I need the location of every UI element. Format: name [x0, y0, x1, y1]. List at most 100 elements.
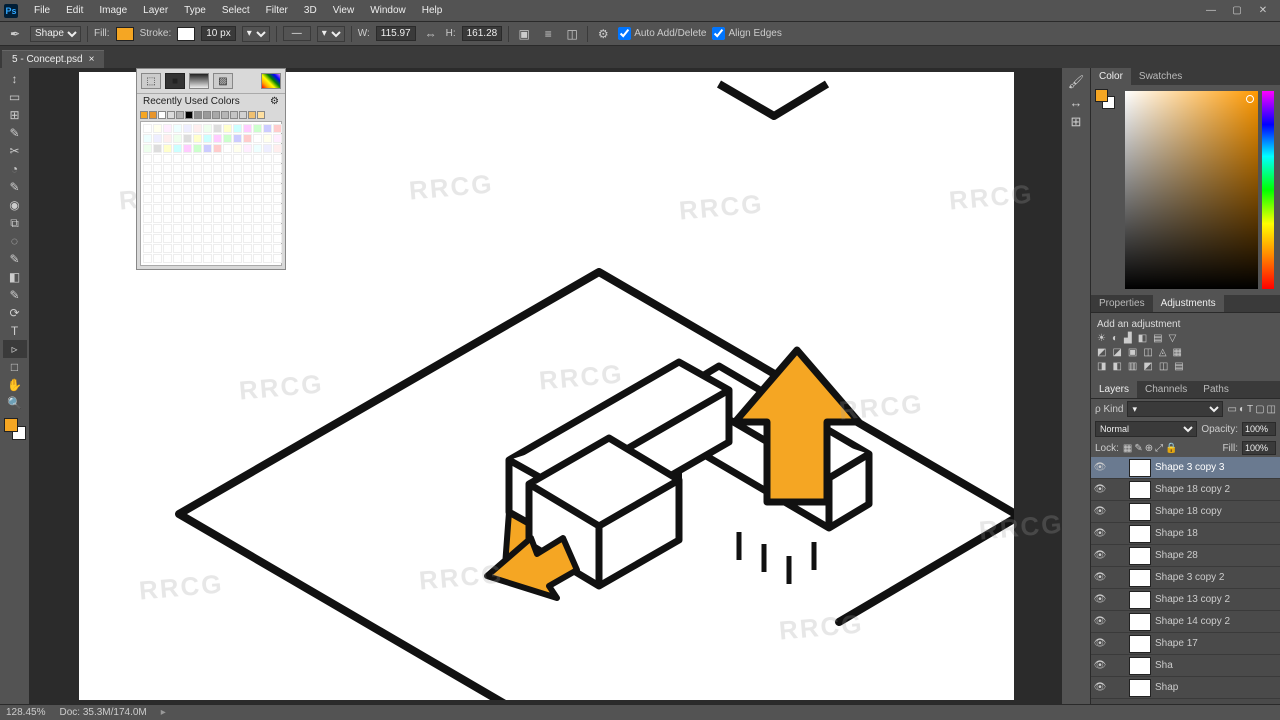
swatch-cell[interactable]	[163, 124, 172, 133]
swatch-cell[interactable]	[223, 254, 232, 263]
swatch-cell[interactable]	[263, 244, 272, 253]
visibility-icon[interactable]: 👁	[1093, 682, 1107, 693]
popup-gear-icon[interactable]: ⚙	[270, 96, 279, 107]
swatch-cell[interactable]	[143, 144, 152, 153]
swatch-cell[interactable]	[203, 234, 212, 243]
swatch-cell[interactable]	[243, 204, 252, 213]
adjustment-icon[interactable]: ▟	[1124, 333, 1132, 344]
swatch-cell[interactable]	[183, 194, 192, 203]
swatch-cell[interactable]	[213, 144, 222, 153]
adjustment-icon[interactable]: ◩	[1097, 347, 1106, 358]
window-maximize[interactable]: ▢	[1224, 2, 1250, 20]
swatch-cell[interactable]	[263, 164, 272, 173]
swatch-cell[interactable]	[153, 214, 162, 223]
swatch-cell[interactable]	[153, 254, 162, 263]
swatch-cell[interactable]	[183, 174, 192, 183]
swatch-cell[interactable]	[143, 234, 152, 243]
layer-row[interactable]: 👁Shape 14 copy 2	[1091, 611, 1280, 633]
swatch-cell[interactable]	[263, 254, 272, 263]
swatch-cell[interactable]	[223, 244, 232, 253]
swatch-cell[interactable]	[253, 194, 262, 203]
swatch-cell[interactable]	[143, 204, 152, 213]
pathop-align-icon[interactable]: ≡	[539, 25, 557, 43]
swatch-cell[interactable]	[183, 224, 192, 233]
swatch-cell[interactable]	[203, 204, 212, 213]
swatch-cell[interactable]	[273, 254, 282, 263]
canvas-area[interactable]: RRCGRRCGRRCGRRCGRRCGRRCGRRCGRRCGRRCGRRCG…	[30, 68, 1062, 704]
kind-filter-icon[interactable]: ▭	[1227, 404, 1236, 415]
swatch-cell[interactable]	[183, 184, 192, 193]
hue-slider[interactable]	[1262, 91, 1274, 289]
swatch-cell[interactable]	[143, 174, 152, 183]
swatch-cell[interactable]	[223, 164, 232, 173]
swatch-cell[interactable]	[253, 144, 262, 153]
recent-swatch[interactable]	[140, 111, 148, 119]
swatch-cell[interactable]	[143, 134, 152, 143]
menu-image[interactable]: Image	[91, 3, 135, 18]
swatch-cell[interactable]	[243, 174, 252, 183]
fill-pattern-button[interactable]: ▨	[213, 73, 233, 89]
swatch-cell[interactable]	[203, 184, 212, 193]
swatch-cell[interactable]	[273, 204, 282, 213]
swatch-cell[interactable]	[213, 244, 222, 253]
adjustment-icon[interactable]: ◧	[1138, 333, 1147, 344]
document-tab-close-icon[interactable]: ×	[89, 54, 95, 65]
tool-3[interactable]: ✎	[3, 124, 27, 142]
recent-swatch[interactable]	[257, 111, 265, 119]
swatch-cell[interactable]	[243, 164, 252, 173]
pen-options-gear-icon[interactable]: ⚙	[594, 25, 612, 43]
swatch-cell[interactable]	[253, 164, 262, 173]
swatch-cell[interactable]	[143, 124, 152, 133]
swatch-cell[interactable]	[223, 144, 232, 153]
tool-4[interactable]: ✂	[3, 142, 27, 160]
swatch-cell[interactable]	[183, 254, 192, 263]
visibility-icon[interactable]: 👁	[1093, 638, 1107, 649]
swatch-cell[interactable]	[213, 214, 222, 223]
lock-icon[interactable]: ✎	[1134, 443, 1142, 454]
document-tab[interactable]: 5 - Concept.psd ×	[2, 50, 104, 68]
swatch-cell[interactable]	[163, 164, 172, 173]
blend-mode-select[interactable]: Normal	[1095, 421, 1197, 437]
layer-row[interactable]: 👁Shape 28	[1091, 545, 1280, 567]
swatch-cell[interactable]	[153, 174, 162, 183]
menu-help[interactable]: Help	[414, 3, 451, 18]
layer-list[interactable]: 👁Shape 3 copy 3👁Shape 18 copy 2👁Shape 18…	[1091, 457, 1280, 704]
paths-tab[interactable]: Paths	[1195, 381, 1237, 398]
stroke-width-field[interactable]: 10 px	[201, 26, 235, 41]
menu-type[interactable]: Type	[176, 3, 214, 18]
swatch-cell[interactable]	[223, 204, 232, 213]
color-panel-fgbg[interactable]	[1095, 89, 1115, 109]
swatch-cell[interactable]	[183, 234, 192, 243]
swatch-cell[interactable]	[173, 244, 182, 253]
swatch-cell[interactable]	[233, 144, 242, 153]
recent-swatch[interactable]	[239, 111, 247, 119]
adjustment-icon[interactable]: ▥	[1128, 361, 1137, 372]
layer-row[interactable]: 👁Shape 13 copy 2	[1091, 589, 1280, 611]
adjustment-icon[interactable]: ▤	[1153, 333, 1162, 344]
swatch-cell[interactable]	[223, 214, 232, 223]
menu-layer[interactable]: Layer	[135, 3, 176, 18]
swatch-cell[interactable]	[173, 184, 182, 193]
swatch-cell[interactable]	[143, 164, 152, 173]
visibility-icon[interactable]: 👁	[1093, 506, 1107, 517]
tool-9[interactable]: ◌	[3, 232, 27, 250]
swatch-cell[interactable]	[273, 214, 282, 223]
swatch-cell[interactable]	[163, 234, 172, 243]
swatch-cell[interactable]	[153, 224, 162, 233]
swatch-cell[interactable]	[173, 174, 182, 183]
swatch-cell[interactable]	[153, 244, 162, 253]
swatch-cell[interactable]	[243, 234, 252, 243]
fill-solid-button[interactable]: ■	[165, 73, 185, 89]
recent-swatch[interactable]	[248, 111, 256, 119]
dock-icon-1[interactable]: ↔	[1066, 92, 1086, 112]
menu-edit[interactable]: Edit	[58, 3, 91, 18]
layer-row[interactable]: 👁Shape 18	[1091, 523, 1280, 545]
swatch-cell[interactable]	[213, 184, 222, 193]
tool-1[interactable]: ▭	[3, 88, 27, 106]
swatch-cell[interactable]	[163, 224, 172, 233]
swatch-grid[interactable]	[140, 121, 282, 266]
swatch-cell[interactable]	[153, 184, 162, 193]
recent-swatch[interactable]	[212, 111, 220, 119]
fill-none-button[interactable]: ⬚	[141, 73, 161, 89]
channels-tab[interactable]: Channels	[1137, 381, 1195, 398]
